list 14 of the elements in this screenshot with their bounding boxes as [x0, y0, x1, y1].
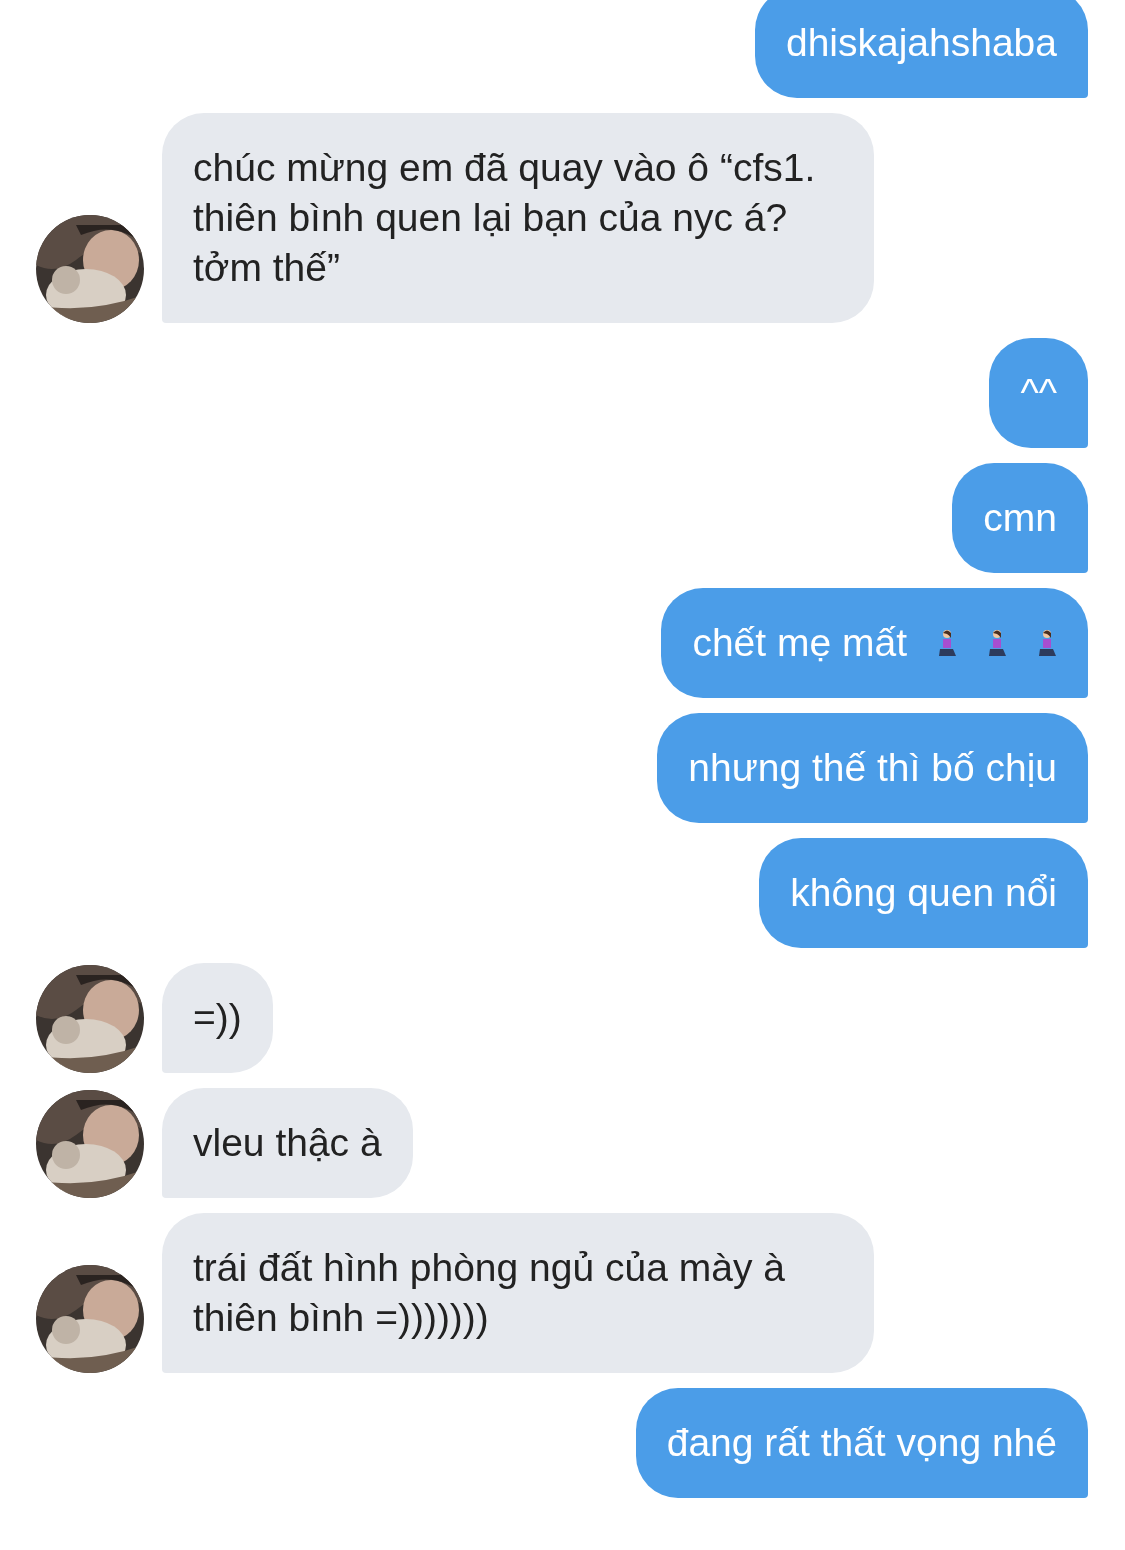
message-text: chết mẹ mất — [692, 620, 907, 666]
kneeling-figure-icon — [937, 629, 957, 657]
message-text: vleu thậc à — [193, 1120, 382, 1166]
message-text: không quen nổi — [790, 870, 1057, 916]
message-text: =)) — [193, 995, 242, 1041]
message-text: cmn — [983, 495, 1057, 541]
message-text: đang rất thất vọng nhé — [666, 1420, 1057, 1466]
message-text: chúc mừng em đã quay vào ô “cfs1. thiên bình quen lại bạn của nyc á? tởm thế” — [193, 145, 817, 291]
message-text: nhưng thế thì bố chịu — [688, 745, 1057, 791]
message-text: trái đất hình phòng ngủ của mày à thiên bình =))))))) — [193, 1245, 786, 1341]
kneeling-figure-icon — [987, 629, 1007, 657]
message-text: ^^ — [1020, 370, 1057, 416]
kneeling-figure-icon — [1037, 629, 1057, 657]
message-text: dhiskajahshaba — [785, 20, 1057, 66]
